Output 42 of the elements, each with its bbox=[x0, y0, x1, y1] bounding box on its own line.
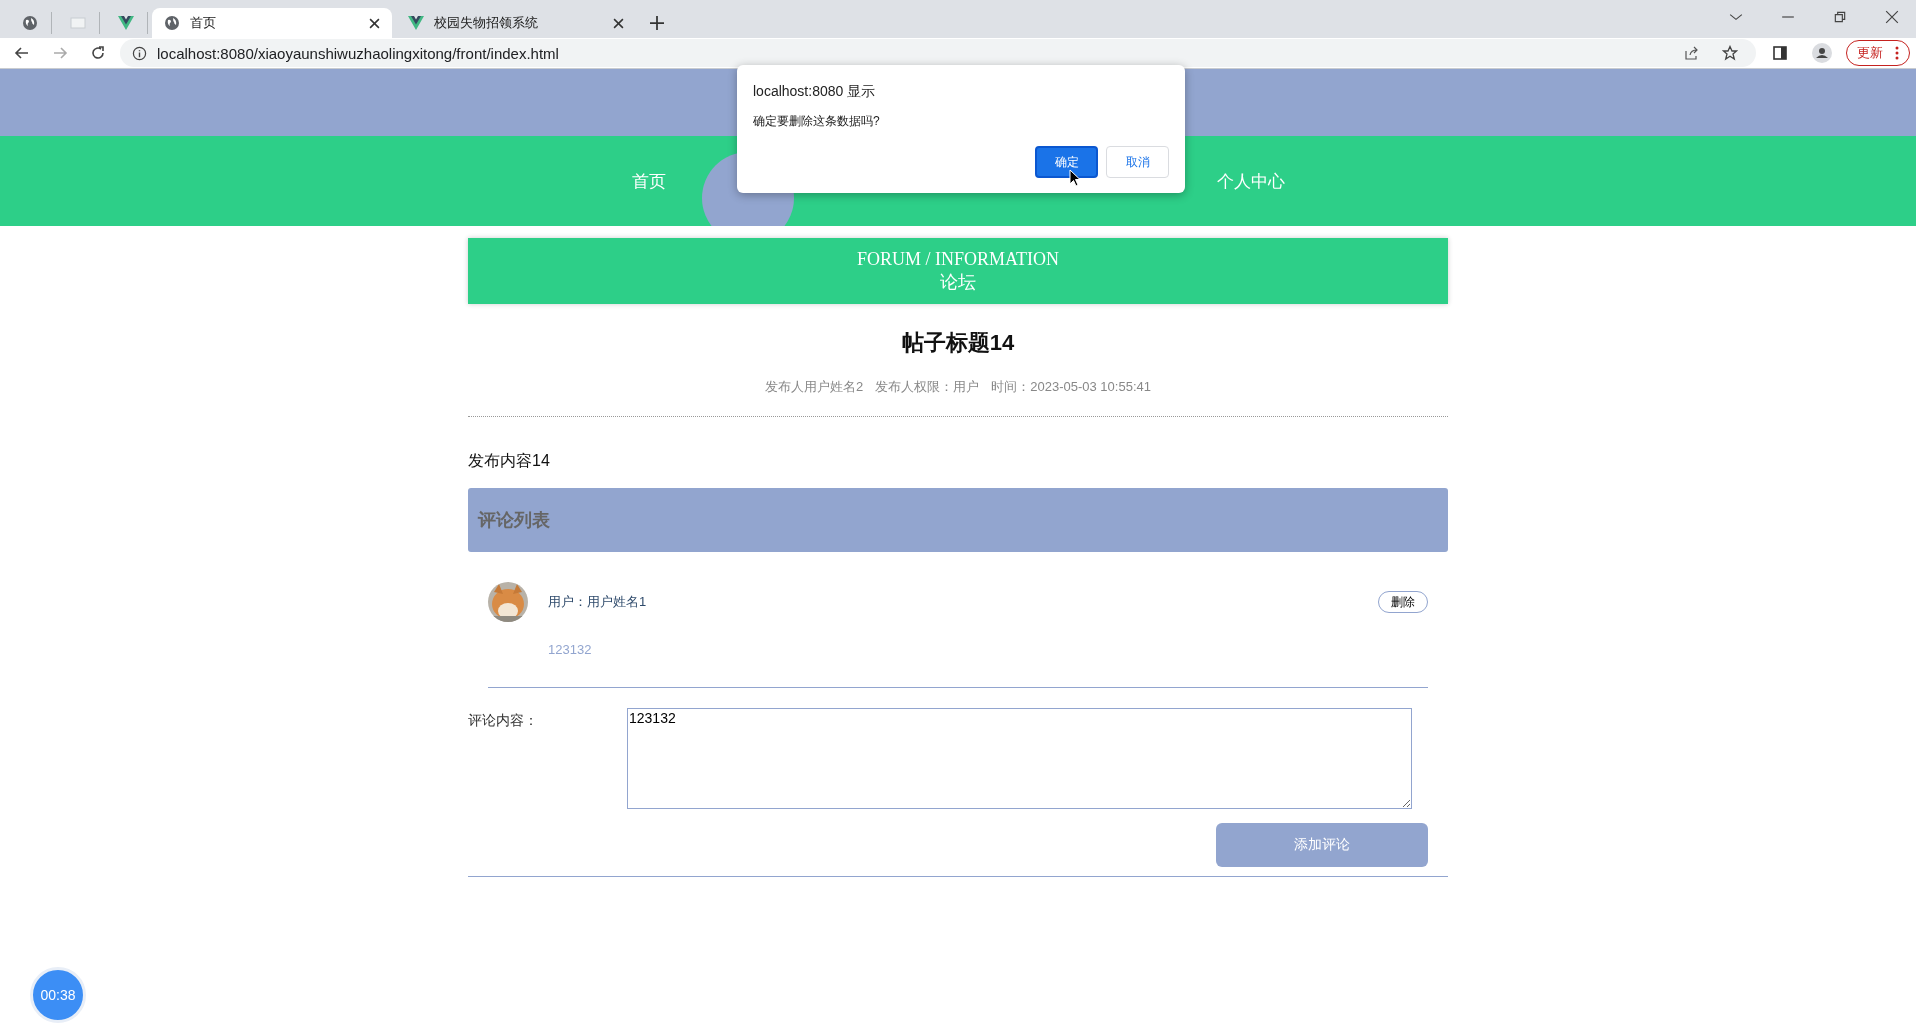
page-icon bbox=[69, 15, 86, 31]
info-icon[interactable] bbox=[132, 45, 147, 61]
side-panel-icon[interactable] bbox=[1772, 45, 1788, 61]
more-icon[interactable] bbox=[1895, 46, 1899, 60]
star-icon[interactable] bbox=[1722, 45, 1738, 61]
v-logo-icon bbox=[408, 15, 424, 31]
timer-badge[interactable]: 00:38 bbox=[30, 967, 86, 1023]
post-content: 发布内容14 bbox=[468, 451, 551, 471]
profile-icon[interactable] bbox=[1812, 43, 1832, 63]
cancel-button[interactable]: 取消 bbox=[1106, 146, 1169, 178]
browser-tab[interactable]: 校园失物招领系统 bbox=[396, 8, 636, 38]
browser-tab[interactable]: 首页 bbox=[152, 8, 392, 38]
update-button[interactable]: 更新 bbox=[1846, 40, 1910, 66]
close-icon[interactable] bbox=[1885, 10, 1899, 24]
globe-icon bbox=[21, 15, 38, 31]
post-title: 帖子标题14 bbox=[900, 329, 1016, 357]
post-meta: 发布人用户姓名2 bbox=[765, 378, 864, 396]
new-tab-icon[interactable] bbox=[650, 16, 664, 30]
dialog-title: localhost:8080 显示 bbox=[753, 83, 877, 101]
comments-heading: 评论列表 bbox=[478, 509, 550, 532]
reload-icon[interactable] bbox=[90, 45, 106, 61]
url-text: localhost:8080/xiaoyaunshiwuzhaolingxitong/front/index.html bbox=[157, 44, 559, 62]
close-icon[interactable] bbox=[613, 17, 624, 29]
banner-title: FORUM / INFORMATION bbox=[857, 248, 1059, 270]
v-logo-icon bbox=[117, 15, 134, 31]
confirm-button[interactable]: 确定 bbox=[1035, 146, 1098, 178]
restore-icon[interactable] bbox=[1833, 10, 1847, 24]
close-icon[interactable] bbox=[369, 17, 380, 29]
cursor-icon bbox=[1069, 169, 1081, 187]
comment-text: 123132 bbox=[548, 642, 593, 657]
post-meta: 时间：2023-05-03 10:55:41 bbox=[991, 378, 1151, 396]
comment-author: 用户：用户姓名1 bbox=[548, 593, 647, 611]
globe-icon bbox=[164, 15, 180, 31]
back-icon[interactable] bbox=[14, 45, 30, 61]
field-label: 评论内容： bbox=[468, 711, 539, 730]
delete-button[interactable]: 删除 bbox=[1378, 591, 1428, 613]
share-icon[interactable] bbox=[1684, 45, 1700, 61]
post-meta: 发布人权限：用户 bbox=[875, 378, 980, 396]
address-field[interactable]: localhost:8080/xiaoyaunshiwuzhaolingxitong/front/index.html bbox=[120, 39, 1756, 67]
dialog-message: 确定要删除这条数据吗? bbox=[753, 113, 881, 130]
banner-subtitle: 论坛 bbox=[940, 270, 976, 294]
comment-input[interactable]: 123132 bbox=[627, 708, 1412, 809]
